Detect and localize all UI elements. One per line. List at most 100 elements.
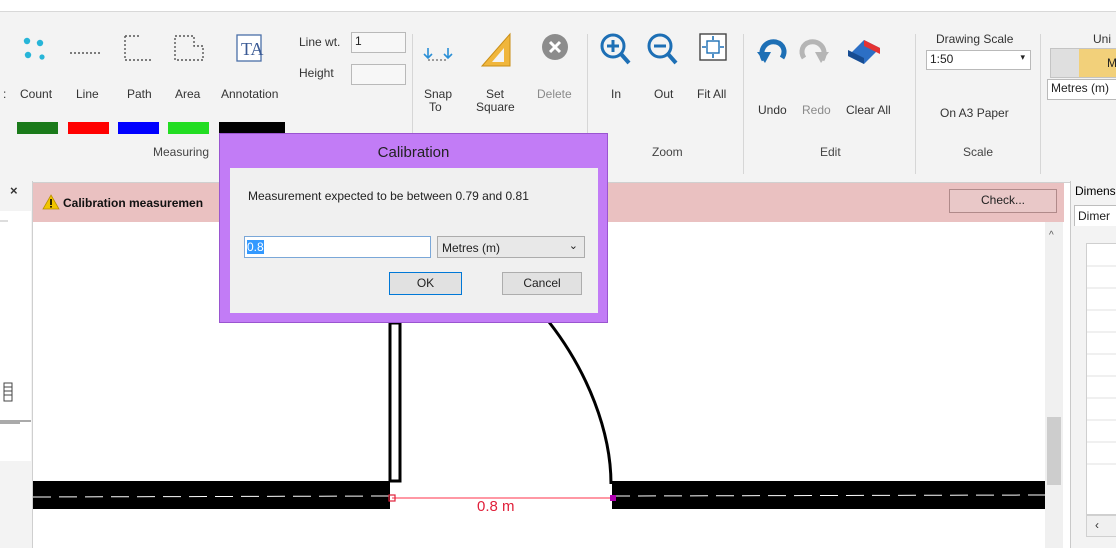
- zoom-out-label: Out: [654, 87, 674, 101]
- annotation-tool-button[interactable]: TA Annotation: [218, 30, 288, 110]
- thumbnail-preview[interactable]: [0, 211, 31, 461]
- set-square-button[interactable]: Set Square: [470, 30, 522, 126]
- count-icon: [23, 37, 45, 60]
- edit-group-label: Edit: [820, 145, 841, 159]
- swatch-area-color[interactable]: [168, 122, 209, 134]
- ok-button[interactable]: OK: [389, 272, 462, 295]
- grid-rows: [1087, 265, 1116, 465]
- delete-icon: [542, 34, 568, 60]
- snap-to-label-line2: To: [429, 100, 442, 114]
- zoom-group-label: Zoom: [652, 145, 683, 159]
- delete-button[interactable]: Delete: [530, 30, 580, 110]
- svg-text:TA: TA: [241, 39, 264, 59]
- chevron-down-icon: ⌄: [568, 240, 578, 252]
- units-select[interactable]: Metres (m): [1047, 79, 1116, 100]
- unit-select[interactable]: Metres (m) ⌄: [437, 236, 585, 258]
- dialog-body: Measurement expected to be between 0.79 …: [230, 168, 598, 313]
- area-tool-button[interactable]: Area: [170, 30, 208, 110]
- line-tool-button[interactable]: Line: [66, 30, 104, 110]
- eraser-icon: [848, 40, 880, 64]
- snap-to-label-line1: Snap: [424, 87, 453, 101]
- left-panel: ×: [0, 181, 33, 548]
- clear-all-button[interactable]: Clear All: [838, 30, 891, 117]
- lineweight-input[interactable]: 1: [351, 32, 406, 53]
- redo-icon: [799, 39, 829, 63]
- clear-all-label: Clear All: [846, 103, 891, 117]
- chevron-down-icon: ▾: [1020, 52, 1025, 62]
- drawing-scale-select[interactable]: 1:50 ▾: [926, 50, 1031, 70]
- units-label: Uni: [1093, 32, 1112, 46]
- fit-all-label: Fit All: [697, 87, 727, 101]
- units-toggle[interactable]: M: [1050, 48, 1116, 78]
- snap-to-button[interactable]: Snap To: [416, 30, 464, 126]
- drawing-scale-label: Drawing Scale: [936, 32, 1014, 46]
- close-icon[interactable]: ×: [10, 183, 18, 198]
- count-tool-button[interactable]: Count: [16, 30, 56, 110]
- scroll-left-icon[interactable]: ‹: [1095, 518, 1099, 532]
- dialog-message: Measurement expected to be between 0.79 …: [248, 189, 529, 203]
- dimensions-panel: Dimens Dimer ‹: [1070, 181, 1116, 548]
- dimensions-panel-title: Dimens: [1075, 184, 1116, 198]
- paper-size-label: On A3 Paper: [940, 106, 1009, 120]
- delete-label: Delete: [537, 87, 572, 101]
- line-label: Line: [76, 87, 99, 101]
- dimensions-grid[interactable]: [1086, 243, 1116, 515]
- dimensions-tab[interactable]: Dimer: [1074, 205, 1116, 226]
- vertical-scrollbar[interactable]: ^: [1045, 222, 1063, 548]
- annotation-label: Annotation: [221, 87, 279, 101]
- lineweight-label: Line wt.: [299, 35, 341, 49]
- fit-all-icon: [699, 33, 727, 61]
- cancel-button[interactable]: Cancel: [502, 272, 582, 295]
- group-separator: [743, 34, 744, 174]
- undo-icon: [757, 39, 787, 63]
- snap-to-icon: [423, 48, 453, 61]
- warning-icon: [42, 194, 60, 210]
- group-separator: [1040, 34, 1041, 174]
- fit-all-button[interactable]: Fit All: [693, 30, 737, 110]
- area-icon: [174, 35, 204, 61]
- set-square-label-line1: Set: [486, 87, 505, 101]
- path-tool-button[interactable]: Path: [117, 30, 155, 110]
- count-prefix-colon: :: [3, 87, 7, 101]
- area-label: Area: [175, 87, 201, 101]
- set-square-label-line2: Square: [476, 100, 515, 114]
- calibration-dialog: Calibration Measurement expected to be b…: [219, 133, 608, 323]
- annotation-icon: TA: [236, 34, 264, 62]
- zoom-in-label: In: [611, 87, 622, 101]
- set-square-icon: [480, 32, 511, 67]
- dialog-title: Calibration: [377, 144, 450, 161]
- units-toggle-label: M: [1107, 56, 1116, 70]
- scale-group-label: Scale: [963, 145, 994, 159]
- unit-select-value: Metres (m): [442, 241, 500, 255]
- undo-button[interactable]: Undo: [752, 30, 792, 117]
- calibration-value-text: 0.8: [247, 240, 264, 254]
- height-label: Height: [299, 66, 334, 80]
- check-button[interactable]: Check...: [949, 189, 1057, 213]
- zoom-in-icon: [600, 33, 631, 65]
- zoom-in-button[interactable]: In: [597, 30, 637, 110]
- drawing-scale-value: 1:50: [930, 52, 954, 66]
- measuring-group-label: Measuring: [153, 145, 210, 159]
- scroll-up-icon[interactable]: ^: [1049, 230, 1054, 241]
- swatch-count-color[interactable]: [17, 122, 58, 134]
- group-separator: [915, 34, 916, 174]
- swatch-path-color[interactable]: [118, 122, 159, 134]
- line-icon: [70, 52, 100, 54]
- calibration-value-input[interactable]: 0.8: [244, 236, 431, 258]
- redo-button[interactable]: Redo: [794, 30, 834, 117]
- zoom-out-icon: [647, 33, 678, 65]
- horizontal-scrollbar[interactable]: ‹: [1086, 515, 1116, 537]
- zoom-out-button[interactable]: Out: [644, 30, 684, 110]
- redo-label: Redo: [802, 103, 831, 117]
- swatch-line-color[interactable]: [68, 122, 109, 134]
- undo-label: Undo: [758, 103, 787, 117]
- banner-message: Calibration measuremen: [63, 196, 204, 210]
- thumbnail-lines: [0, 220, 31, 424]
- path-icon: [124, 35, 151, 61]
- count-label: Count: [20, 87, 53, 101]
- dimension-label: 0.8 m: [477, 498, 515, 515]
- dimensions-tab-label: Dimer: [1078, 209, 1110, 223]
- height-input[interactable]: [351, 64, 406, 85]
- scrollbar-thumb[interactable]: [1047, 417, 1061, 485]
- path-label: Path: [127, 87, 152, 101]
